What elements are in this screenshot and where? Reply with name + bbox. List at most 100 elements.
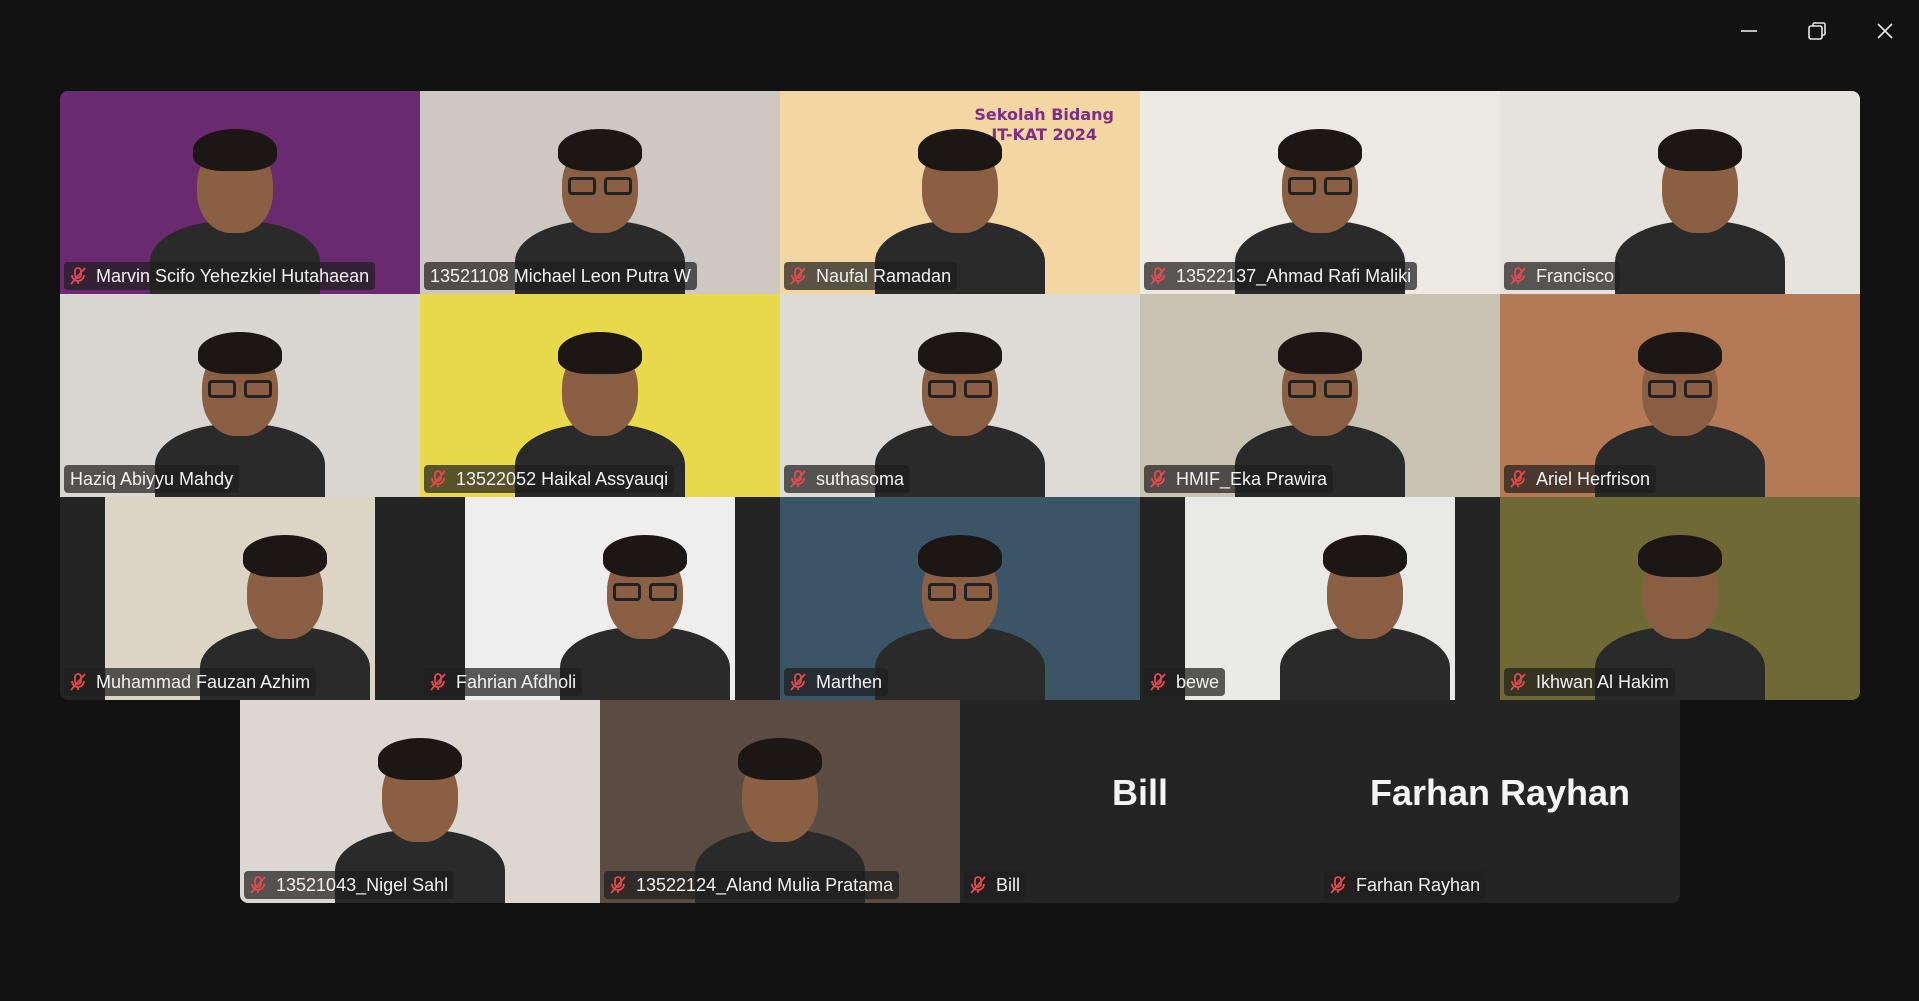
participant-tile[interactable]: Haziq Abiyyu Mahdy xyxy=(60,294,420,497)
participant-hair xyxy=(193,129,277,171)
participant-name: 13521043_Nigel Sahl xyxy=(276,874,449,895)
participant-name: Muhammad Fauzan Azhim xyxy=(96,671,311,692)
participant-tile[interactable]: Farhan Rayhan Farhan Rayhan xyxy=(1320,700,1680,903)
participant-tile[interactable]: bewe xyxy=(1140,497,1500,700)
participant-tile[interactable]: Ariel Herfrison xyxy=(1500,294,1860,497)
virtual-background-title: Sekolah Bidang xyxy=(974,105,1114,124)
participant-nametag: bewe xyxy=(1144,668,1226,696)
participant-hair xyxy=(558,332,642,374)
participant-hair xyxy=(918,535,1002,577)
participant-name: Haziq Abiyyu Mahdy xyxy=(70,468,234,489)
participant-nametag: 13521108 Michael Leon Putra W xyxy=(424,262,697,290)
participant-hair xyxy=(1278,129,1362,171)
participant-name: Francisco xyxy=(1536,265,1615,286)
restore-button[interactable] xyxy=(1783,0,1851,62)
participant-hair xyxy=(1323,535,1407,577)
participant-name: HMIF_Eka Prawira xyxy=(1176,468,1328,489)
participant-nametag: Farhan Rayhan xyxy=(1324,871,1487,899)
participant-nametag: suthasoma xyxy=(784,465,911,493)
participant-hair xyxy=(1658,129,1742,171)
participant-tile[interactable]: Ikhwan Al Hakim xyxy=(1500,497,1860,700)
participant-hair xyxy=(603,535,687,577)
participant-name: 13521108 Michael Leon Putra W xyxy=(430,265,691,286)
minimize-icon xyxy=(1741,30,1757,32)
participant-nametag: Marvin Scifo Yehezkiel Hutahaean xyxy=(64,262,376,290)
participant-tile[interactable]: 13521043_Nigel Sahl xyxy=(240,700,600,903)
glasses xyxy=(964,583,992,601)
participant-tile[interactable]: HMIF_Eka Prawira xyxy=(1140,294,1500,497)
mic-muted-icon xyxy=(968,875,988,895)
participant-name: 13522137_Ahmad Rafi Maliki xyxy=(1176,265,1412,286)
close-button[interactable] xyxy=(1851,0,1919,62)
window-controls xyxy=(1715,0,1919,62)
participant-name: 13522124_Aland Mulia Pratama xyxy=(636,874,894,895)
participant-tile[interactable]: 13522124_Aland Mulia Pratama xyxy=(600,700,960,903)
participant-tile[interactable]: Bill Bill xyxy=(960,700,1320,903)
mic-muted-icon xyxy=(428,469,448,489)
minimize-button[interactable] xyxy=(1715,0,1783,62)
participant-name: suthasoma xyxy=(816,468,905,489)
participant-nametag: Ikhwan Al Hakim xyxy=(1504,668,1676,696)
glasses xyxy=(928,583,956,601)
participant-hair xyxy=(918,129,1002,171)
participant-hair xyxy=(1638,535,1722,577)
glasses xyxy=(649,583,677,601)
participant-tile[interactable]: Muhammad Fauzan Azhim xyxy=(60,497,420,700)
participant-nametag: Ariel Herfrison xyxy=(1504,465,1657,493)
participant-hair xyxy=(1638,332,1722,374)
participant-hair xyxy=(198,332,282,374)
mic-muted-icon xyxy=(428,672,448,692)
participant-hair xyxy=(558,129,642,171)
participant-hair xyxy=(378,738,462,780)
mic-muted-icon xyxy=(1328,875,1348,895)
participant-name: Fahrian Afdholi xyxy=(456,671,577,692)
participant-name: Marvin Scifo Yehezkiel Hutahaean xyxy=(96,265,370,286)
participant-video xyxy=(1185,497,1455,700)
participant-name: Farhan Rayhan xyxy=(1356,874,1481,895)
participant-tile[interactable]: suthasoma xyxy=(780,294,1140,497)
participant-hair xyxy=(918,332,1002,374)
mic-muted-icon xyxy=(1148,469,1168,489)
mic-muted-icon xyxy=(1508,266,1528,286)
mic-muted-icon xyxy=(1508,672,1528,692)
glasses xyxy=(208,380,236,398)
mic-muted-icon xyxy=(248,875,268,895)
glasses xyxy=(1684,380,1712,398)
participant-tile[interactable]: 13522137_Ahmad Rafi Maliki xyxy=(1140,91,1500,294)
participant-nametag: Haziq Abiyyu Mahdy xyxy=(64,465,240,493)
participant-nametag: Bill xyxy=(964,871,1027,899)
participant-nametag: 13522137_Ahmad Rafi Maliki xyxy=(1144,262,1418,290)
glasses xyxy=(1324,380,1352,398)
participant-name: Naufal Ramadan xyxy=(816,265,952,286)
glasses xyxy=(1648,380,1676,398)
mic-muted-icon xyxy=(1148,672,1168,692)
mic-muted-icon xyxy=(1148,266,1168,286)
mic-muted-icon xyxy=(608,875,628,895)
participant-hair xyxy=(1278,332,1362,374)
participant-tile[interactable]: Marthen xyxy=(780,497,1140,700)
glasses xyxy=(1288,380,1316,398)
participant-tile[interactable]: Fahrian Afdholi xyxy=(420,497,780,700)
participant-tile[interactable]: 13521108 Michael Leon Putra W xyxy=(420,91,780,294)
participant-nametag: 13522052 Haikal Assyauqi xyxy=(424,465,675,493)
participant-display-name: Farhan Rayhan xyxy=(1369,772,1631,813)
participant-tile[interactable]: Sekolah Bidang IT-KAT 2024 Naufal Ramadan xyxy=(780,91,1140,294)
glasses xyxy=(1288,177,1316,195)
mic-muted-icon xyxy=(788,672,808,692)
participant-nametag: Marthen xyxy=(784,668,889,696)
participant-name: Ikhwan Al Hakim xyxy=(1536,671,1670,692)
participant-name: Ariel Herfrison xyxy=(1536,468,1651,489)
participant-name: Marthen xyxy=(816,671,883,692)
participant-display-name: Bill xyxy=(1111,772,1168,813)
participant-tile[interactable]: Francisco xyxy=(1500,91,1860,294)
mic-muted-icon xyxy=(788,266,808,286)
grid-row: Marvin Scifo Yehezkiel Hutahaean 13521108… xyxy=(60,91,1860,294)
participant-name: bewe xyxy=(1176,671,1220,692)
grid-row: Haziq Abiyyu Mahdy 13522052 Haikal Assyau… xyxy=(60,294,1860,497)
glasses xyxy=(604,177,632,195)
participant-nametag: 13521043_Nigel Sahl xyxy=(244,871,455,899)
glasses xyxy=(613,583,641,601)
participant-tile[interactable]: Marvin Scifo Yehezkiel Hutahaean xyxy=(60,91,420,294)
participant-tile[interactable]: 13522052 Haikal Assyauqi xyxy=(420,294,780,497)
participant-nametag: Naufal Ramadan xyxy=(784,262,958,290)
